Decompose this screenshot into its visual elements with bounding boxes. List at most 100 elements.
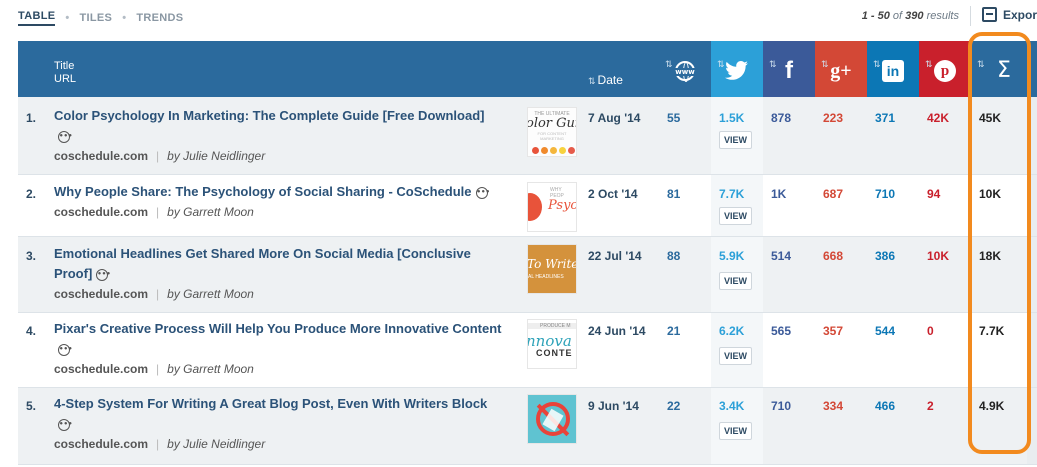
meta-separator: |	[156, 287, 160, 301]
results-of: of	[892, 10, 903, 22]
twitter-count: 1.5K	[719, 111, 745, 125]
web-count: 81	[667, 187, 681, 201]
twitter-cell: 5.9K VIEW	[711, 237, 763, 312]
post-date: 2 Oct '14	[588, 187, 638, 201]
post-title-link[interactable]: Color Psychology In Marketing: The Compl…	[54, 108, 485, 123]
twitter-count: 3.4K	[719, 399, 745, 413]
web-count: 55	[667, 111, 681, 125]
header-pinterest[interactable]: ⇅ p	[919, 41, 971, 97]
linkedin-count: 466	[875, 399, 896, 413]
post-domain[interactable]: coschedule.com	[54, 437, 148, 451]
view-button[interactable]: VIEW	[719, 272, 753, 290]
header-url[interactable]: URL	[54, 73, 76, 86]
sort-icon: ⇅	[873, 59, 881, 69]
post-title-link[interactable]: Emotional Headlines Get Shared More On S…	[54, 246, 471, 281]
more-options-icon[interactable]: •••	[58, 343, 72, 356]
post-meta: coschedule.com | by Garrett Moon	[54, 362, 508, 376]
post-thumbnail[interactable]	[527, 394, 577, 444]
header-title[interactable]: Title	[54, 60, 76, 73]
view-button[interactable]: VIEW	[719, 422, 753, 440]
facebook-count: 565	[771, 324, 792, 338]
results-table: Title URL ⇅Date ⇅ ⇅ ⇅ f ⇅ g+ ⇅ in	[18, 41, 1037, 465]
header-web[interactable]: ⇅	[659, 41, 711, 97]
post-domain[interactable]: coschedule.com	[54, 362, 148, 376]
top-bar: TABLE • TILES • TRENDS 1 - 50 of 390 res…	[0, 0, 1037, 40]
post-domain[interactable]: coschedule.com	[54, 149, 148, 163]
facebook-count: 710	[771, 399, 792, 413]
table-row: 4. Pixar's Creative Process Will Help Yo…	[18, 313, 1037, 388]
more-options-icon[interactable]: •••	[58, 130, 72, 143]
post-thumbnail[interactable]: PRODUCE M nnova CONTE	[527, 319, 577, 369]
table-row: 2. Why People Share: The Psychology of S…	[18, 175, 1037, 237]
post-title-link[interactable]: Pixar's Creative Process Will Help You P…	[54, 321, 502, 336]
row-title-cell: Emotional Headlines Get Shared More On S…	[54, 244, 508, 301]
post-meta: coschedule.com | by Garrett Moon	[54, 287, 508, 301]
tab-trends[interactable]: TRENDS	[136, 12, 183, 24]
more-options-icon[interactable]: •••	[58, 418, 72, 431]
post-title-link[interactable]: 4-Step System For Writing A Great Blog P…	[54, 396, 487, 411]
post-author[interactable]: by Garrett Moon	[167, 362, 254, 376]
header-twitter[interactable]: ⇅	[711, 41, 763, 97]
more-options-icon[interactable]: •••	[475, 186, 490, 199]
post-author[interactable]: by Garrett Moon	[167, 205, 254, 219]
post-thumbnail[interactable]: WHY PEOP Psych	[527, 182, 577, 232]
thumb-dots	[532, 147, 576, 154]
pinterest-count: 94	[927, 187, 941, 201]
twitter-count: 5.9K	[719, 249, 745, 263]
googleplus-count: 668	[823, 249, 844, 263]
post-author[interactable]: by Garrett Moon	[167, 287, 254, 301]
header-date[interactable]: ⇅ Date	[588, 73, 623, 87]
twitter-cell: 1.5K VIEW	[711, 97, 763, 174]
row-title-cell: Why People Share: The Psychology of Soci…	[54, 182, 508, 219]
twitter-cell: 6.2K VIEW	[711, 313, 763, 387]
view-button[interactable]: VIEW	[719, 207, 753, 225]
tab-tiles[interactable]: TILES	[80, 12, 113, 24]
table-row: 3. Emotional Headlines Get Shared More O…	[18, 237, 1037, 313]
twitter-cell: 3.4K VIEW	[711, 388, 763, 464]
post-title-link[interactable]: Why People Share: The Psychology of Soci…	[54, 184, 472, 199]
post-meta: coschedule.com | by Julie Neidlinger	[54, 149, 508, 163]
thumb-text: nnova	[527, 332, 572, 350]
row-edge	[1027, 388, 1037, 464]
post-thumbnail[interactable]: To Write AL HEADLINES	[527, 244, 577, 294]
row-title-cell: Pixar's Creative Process Will Help You P…	[54, 319, 508, 376]
post-domain[interactable]: coschedule.com	[54, 287, 148, 301]
tab-table[interactable]: TABLE	[18, 10, 56, 26]
row-number: 2.	[26, 187, 37, 201]
meta-separator: |	[156, 362, 160, 376]
row-number: 4.	[26, 324, 37, 338]
thumb-deco: AL HEADLINES	[528, 274, 564, 280]
sort-icon: ⇅	[925, 59, 933, 69]
header-total[interactable]: ⇅ Σ	[971, 41, 1037, 97]
row-edge	[1027, 97, 1037, 174]
thumb-text: Psych	[548, 198, 577, 213]
export-button[interactable]: Expor	[982, 7, 1037, 22]
googleplus-count: 223	[823, 111, 844, 125]
pinterest-icon: p	[934, 60, 956, 82]
post-author[interactable]: by Julie Neidlinger	[167, 149, 265, 163]
header-googleplus[interactable]: ⇅ g+	[815, 41, 867, 97]
post-domain[interactable]: coschedule.com	[54, 205, 148, 219]
sort-icon: ⇅	[821, 59, 829, 69]
pinterest-count: 10K	[927, 249, 950, 263]
view-button[interactable]: VIEW	[719, 347, 753, 365]
row-edge	[1027, 175, 1037, 236]
more-options-icon[interactable]: •••	[96, 268, 111, 281]
linkedin-icon: in	[882, 60, 904, 82]
post-title-block: Color Psychology In Marketing: The Compl…	[54, 106, 508, 146]
linkedin-count: 386	[875, 249, 896, 263]
view-switcher: TABLE • TILES • TRENDS	[18, 10, 183, 26]
view-button[interactable]: VIEW	[719, 131, 753, 149]
post-date: 22 Jul '14	[588, 249, 642, 263]
results-suffix: results	[926, 10, 959, 22]
facebook-icon: f	[785, 57, 793, 84]
header-linkedin[interactable]: ⇅ in	[867, 41, 919, 97]
thumb-deco	[528, 193, 542, 221]
header-facebook[interactable]: ⇅ f	[763, 41, 815, 97]
export-icon	[982, 7, 997, 22]
export-label: Expor	[1003, 7, 1037, 22]
post-thumbnail[interactable]: THE ULTIMATE olor Guid FOR CONTENT MARKE…	[527, 107, 577, 157]
linkedin-count: 544	[875, 324, 896, 338]
post-author[interactable]: by Julie Neidlinger	[167, 437, 265, 451]
googleplus-count: 357	[823, 324, 844, 338]
